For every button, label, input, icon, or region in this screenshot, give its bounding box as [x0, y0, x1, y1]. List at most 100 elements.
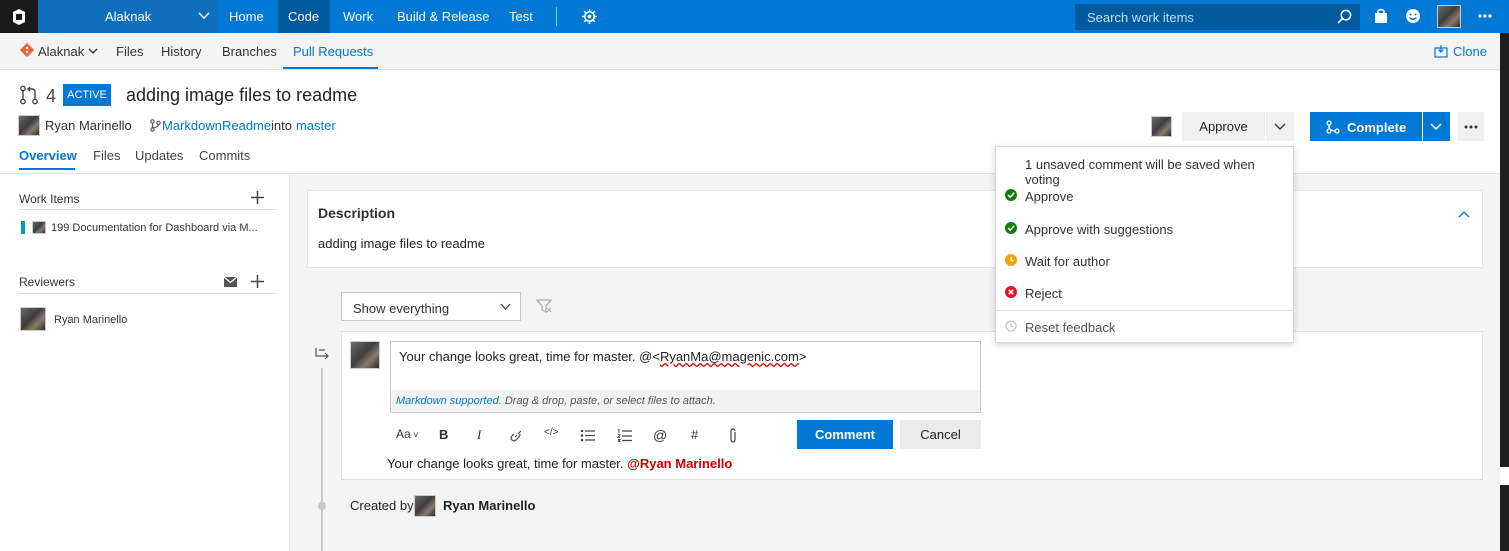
search-input[interactable]	[1087, 8, 1327, 26]
bullet-list-icon[interactable]	[580, 429, 595, 442]
more-actions-button[interactable]	[1458, 112, 1484, 141]
discussion-filter-select[interactable]: Show everything	[341, 292, 521, 321]
tab-files[interactable]: Files	[116, 44, 143, 59]
description-heading: Description	[318, 205, 396, 221]
user-avatar[interactable]	[1437, 5, 1461, 28]
add-reviewer-icon[interactable]	[251, 275, 264, 288]
nav-test[interactable]: Test	[509, 9, 533, 24]
menu-item-wait-for-author[interactable]: Wait for author	[1025, 254, 1110, 269]
add-work-item-icon[interactable]	[251, 191, 264, 204]
comment-button[interactable]: Comment	[797, 420, 893, 449]
work-item-avatar	[32, 221, 46, 234]
bold-button[interactable]: B	[439, 427, 448, 442]
created-by-label: Created by	[350, 498, 414, 513]
markdown-link[interactable]: Markdown supported.	[396, 395, 502, 407]
comment-textarea[interactable]: Your change looks great, time for master…	[390, 341, 981, 413]
tab-branches[interactable]: Branches	[222, 44, 277, 59]
tab-files[interactable]: Files	[93, 148, 120, 163]
menu-item-approve[interactable]: Approve	[1025, 189, 1073, 204]
wait-clock-icon	[1005, 254, 1017, 266]
top-navigation-bar: Alaknak Home Code Work Build & Release T…	[0, 0, 1509, 33]
cancel-button[interactable]: Cancel	[900, 420, 981, 449]
tab-updates[interactable]: Updates	[135, 148, 183, 163]
attachment-icon[interactable]	[728, 428, 738, 443]
clone-button[interactable]: Clone	[1453, 44, 1487, 59]
tab-commits[interactable]: Commits	[199, 148, 250, 163]
reviewer-name[interactable]: Ryan Marinello	[54, 314, 127, 326]
pr-id: 4	[46, 86, 57, 106]
section-divider	[18, 209, 276, 210]
chevron-down-icon[interactable]	[88, 46, 98, 56]
mention-button[interactable]: @	[653, 427, 667, 443]
nav-home[interactable]: Home	[229, 9, 264, 24]
chevron-down-icon[interactable]	[198, 9, 210, 21]
menu-item-reset-feedback[interactable]: Reset feedback	[1025, 320, 1115, 335]
git-repo-icon	[20, 43, 34, 57]
sidebar: Work Items 199 Documentation for Dashboa…	[0, 174, 290, 551]
search-icon[interactable]	[1337, 9, 1352, 24]
markdown-hint: Markdown supported. Drag & drop, paste, …	[391, 390, 980, 412]
approve-dropdown-button[interactable]	[1266, 112, 1294, 141]
work-items-heading: Work Items	[19, 192, 80, 206]
code-button[interactable]: </>	[544, 427, 558, 438]
source-branch-link[interactable]: MarkdownReadme	[162, 118, 271, 133]
mail-icon[interactable]	[224, 277, 237, 287]
complete-label: Complete	[1347, 120, 1407, 135]
merge-icon	[1326, 120, 1340, 134]
filter-icon[interactable]	[536, 299, 552, 314]
more-options-icon	[1464, 125, 1478, 129]
timeline-dot	[318, 502, 326, 510]
search-box[interactable]	[1075, 4, 1360, 30]
into-label: into	[271, 118, 292, 133]
nav-build-release[interactable]: Build & Release	[397, 9, 490, 24]
tab-pull-requests[interactable]: Pull Requests	[293, 44, 373, 59]
target-branch-link[interactable]: master	[296, 118, 336, 133]
timeline-line	[321, 368, 323, 551]
nav-work[interactable]: Work	[343, 9, 373, 24]
menu-item-approve-with-suggestions[interactable]: Approve with suggestions	[1025, 222, 1173, 237]
menu-item-reject[interactable]: Reject	[1025, 286, 1062, 301]
work-item-link[interactable]: 199 Documentation for Dashboard via M...	[51, 222, 258, 234]
shopping-bag-icon[interactable]	[1374, 8, 1388, 24]
chevron-up-icon[interactable]	[1458, 210, 1470, 218]
description-body: adding image files to readme	[318, 236, 485, 251]
project-name[interactable]: Alaknak	[105, 9, 151, 24]
nav-separator	[556, 7, 557, 26]
page-title: adding image files to readme	[126, 85, 358, 105]
format-text-button[interactable]: Aa ˅	[396, 427, 418, 441]
mention-tag: @Ryan Marinello	[627, 456, 733, 471]
vote-dropdown-menu: 1 unsaved comment will be saved when vot…	[995, 146, 1294, 343]
pull-request-icon	[19, 85, 39, 105]
hashtag-button[interactable]: #	[691, 427, 698, 442]
link-icon[interactable]	[509, 429, 523, 443]
italic-button[interactable]: I	[477, 427, 481, 443]
more-options-icon[interactable]	[1478, 14, 1492, 18]
menu-divider	[996, 310, 1293, 311]
chevron-down-icon	[1430, 121, 1442, 131]
approve-button[interactable]: Approve	[1182, 112, 1265, 141]
numbered-list-icon[interactable]	[617, 429, 632, 442]
comment-text: Your change looks great, time for master…	[399, 349, 807, 364]
description-card: Description adding image files to readme	[307, 190, 1483, 268]
work-item-type-bar	[21, 221, 25, 234]
tab-history[interactable]: History	[161, 44, 201, 59]
nav-code[interactable]: Code	[288, 9, 319, 24]
comment-thread-icon	[315, 347, 329, 359]
tab-overview[interactable]: Overview	[19, 148, 77, 163]
reviewer-avatar	[20, 307, 46, 331]
author-name[interactable]: Ryan Marinello	[45, 118, 132, 133]
creator-avatar	[414, 495, 436, 517]
clone-icon[interactable]	[1434, 44, 1448, 58]
chevron-down-icon	[500, 303, 511, 311]
complete-dropdown-button[interactable]	[1423, 112, 1450, 141]
unsaved-comment-notice: 1 unsaved comment will be saved when vot…	[1025, 157, 1255, 187]
gear-icon[interactable]	[582, 9, 597, 24]
reviewer-avatar	[1151, 116, 1172, 137]
repo-selector[interactable]: Alaknak	[38, 44, 84, 59]
complete-button[interactable]: Complete	[1310, 112, 1422, 141]
section-divider	[18, 293, 276, 294]
smiley-feedback-icon[interactable]	[1405, 8, 1421, 24]
commenter-avatar	[350, 341, 380, 369]
creator-name[interactable]: Ryan Marinello	[443, 498, 535, 513]
vsts-logo-icon[interactable]	[0, 0, 38, 33]
